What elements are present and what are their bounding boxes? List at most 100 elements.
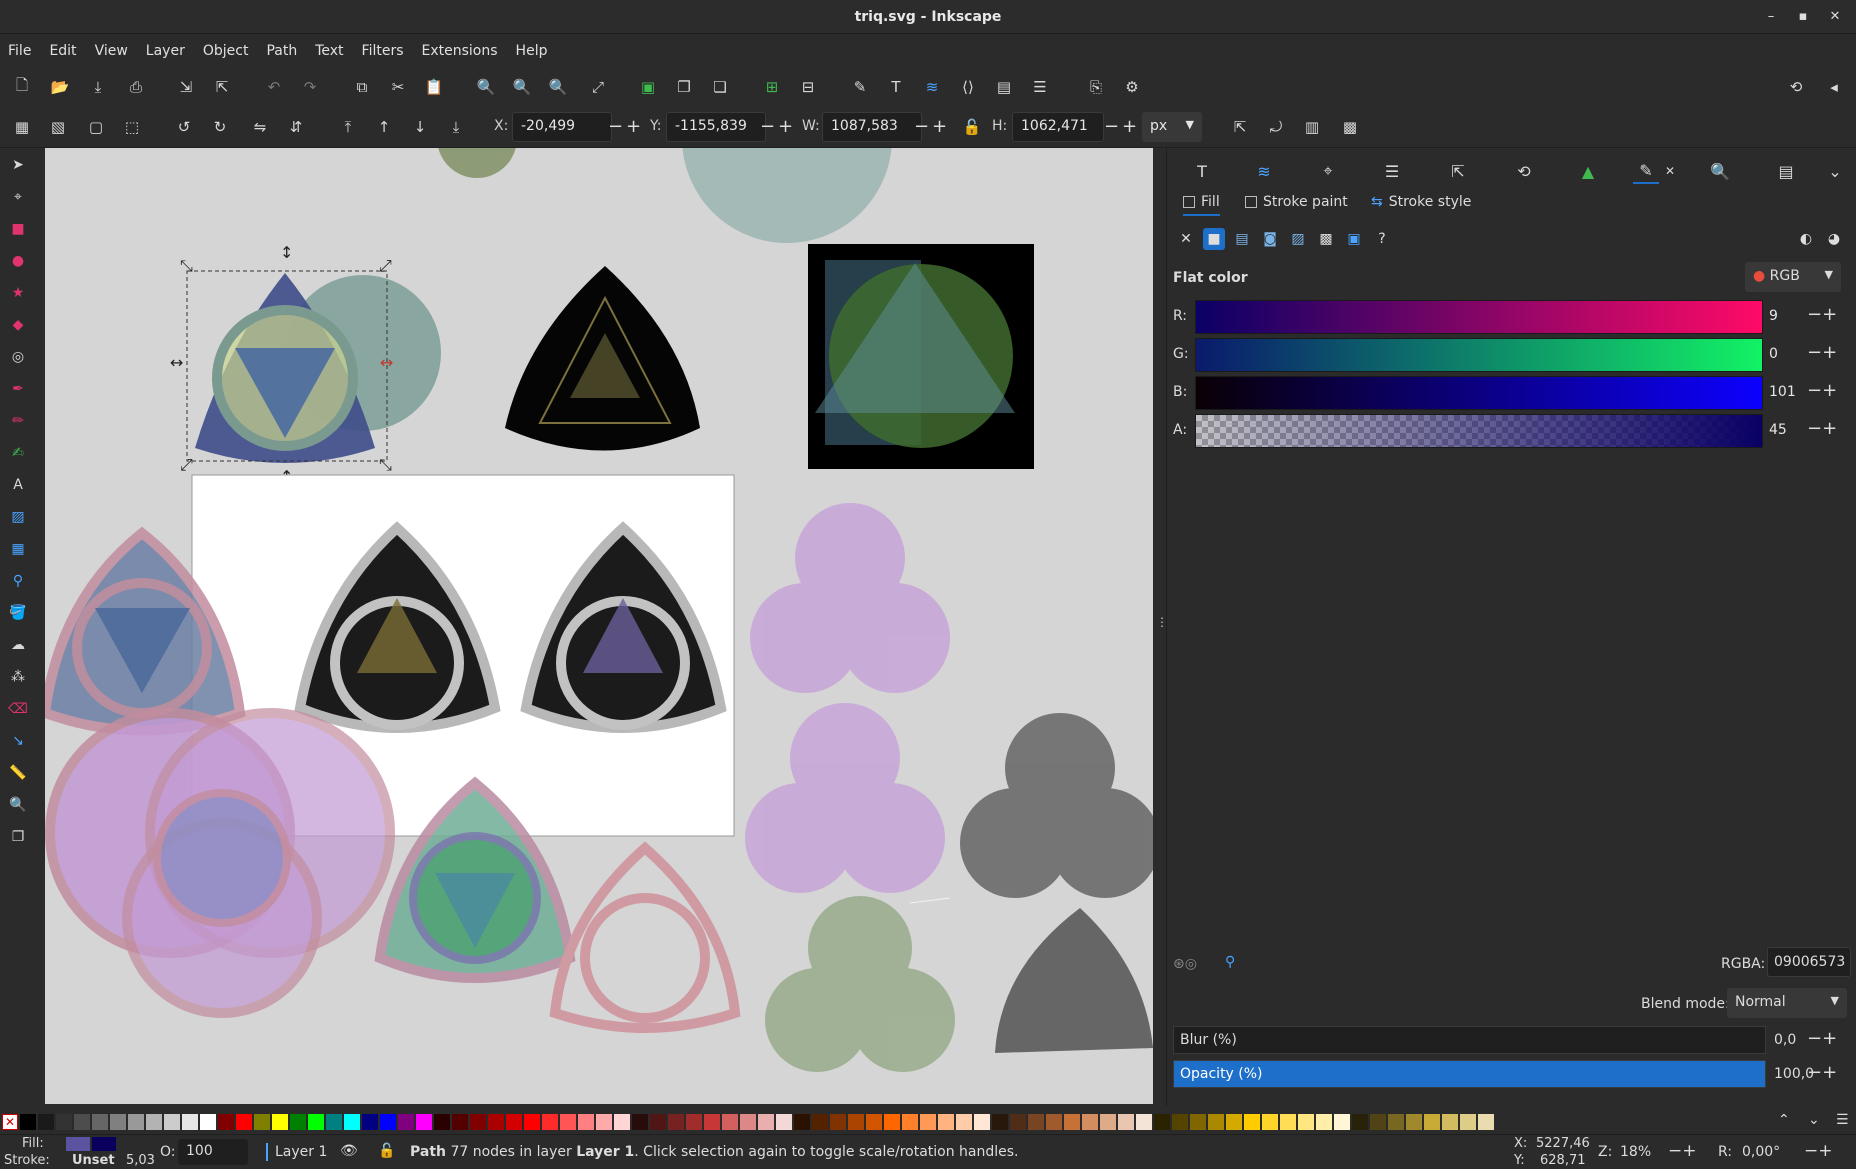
palette-swatch[interactable] — [1316, 1114, 1332, 1130]
palette-swatch[interactable] — [1082, 1114, 1098, 1130]
palette-swatch[interactable] — [1424, 1114, 1440, 1130]
redo-icon[interactable]: ↷ — [298, 75, 322, 99]
a-value[interactable]: 45 — [1769, 422, 1803, 438]
palette-swatch[interactable] — [1244, 1114, 1260, 1130]
y-field[interactable]: -1155,839 — [666, 112, 766, 142]
palette-swatch[interactable] — [866, 1114, 882, 1130]
color-palette[interactable]: ✕ ⌃ ⌄ ☰ — [0, 1112, 1856, 1134]
palette-swatch[interactable] — [560, 1114, 576, 1130]
status-opacity-field[interactable]: 100 — [178, 1139, 248, 1165]
pattern-icon[interactable]: ▩ — [1315, 228, 1337, 250]
palette-swatch[interactable] — [668, 1114, 684, 1130]
menu-view[interactable]: View — [95, 43, 128, 59]
palette-swatch[interactable] — [1046, 1114, 1062, 1130]
palette-swatch[interactable] — [1280, 1114, 1296, 1130]
no-paint-icon[interactable]: ✕ — [1175, 228, 1197, 250]
g-value[interactable]: 0 — [1769, 346, 1803, 362]
raise-to-top-icon[interactable]: ⤒ — [336, 115, 360, 139]
deselect-icon[interactable]: ▢ — [84, 115, 108, 139]
calligraphy-tool-icon[interactable]: ✍ — [7, 442, 29, 464]
palette-swatch[interactable] — [740, 1114, 756, 1130]
w-field[interactable]: 1087,583 — [822, 112, 922, 142]
unit-select[interactable]: px ▼ — [1142, 112, 1202, 142]
color-model-select[interactable]: ● RGB ▼ — [1745, 262, 1841, 292]
palette-swatch[interactable] — [1352, 1114, 1368, 1130]
menu-layer[interactable]: Layer — [146, 43, 185, 59]
opacity-slider[interactable]: Opacity (%) — [1173, 1060, 1766, 1088]
palette-swatch[interactable] — [524, 1114, 540, 1130]
pages-tool-icon[interactable]: ❐ — [7, 826, 29, 848]
star-tool-icon[interactable]: ★ — [7, 282, 29, 304]
palette-swatch[interactable] — [1406, 1114, 1422, 1130]
3d-box-tool-icon[interactable]: ◆ — [7, 314, 29, 336]
print-icon[interactable]: ⎙ — [124, 75, 148, 99]
palette-swatch[interactable] — [74, 1114, 90, 1130]
cut-icon[interactable]: ✂ — [386, 75, 410, 99]
blur-stepper[interactable]: −+ — [1807, 1028, 1837, 1049]
palette-swatch[interactable] — [1334, 1114, 1350, 1130]
new-document-icon[interactable]: 🗋 — [10, 75, 34, 99]
palette-swatch[interactable] — [632, 1114, 648, 1130]
current-layer[interactable]: Layer 1 — [275, 1144, 327, 1160]
preferences-icon[interactable]: ⚙ — [1120, 75, 1144, 99]
fill-rule-nonzero-icon[interactable]: ◕ — [1823, 228, 1845, 250]
palette-swatch[interactable] — [704, 1114, 720, 1130]
drawing-canvas[interactable]: ⤡ ↕ ⤢ ↔ ↔ ⤢ ↕ ⤡ — [45, 148, 1153, 1104]
export-dock-icon[interactable]: ⇱ — [1445, 158, 1471, 184]
fill-swatch-opaque[interactable] — [92, 1137, 116, 1151]
x-field[interactable]: -20,499 — [512, 112, 612, 142]
ungroup-icon[interactable]: ⊟ — [796, 75, 820, 99]
palette-swatch[interactable] — [614, 1114, 630, 1130]
palette-swatch[interactable] — [1442, 1114, 1458, 1130]
tab-stroke-paint[interactable]: Stroke paint — [1245, 194, 1348, 210]
layers-icon[interactable]: ≋ — [920, 75, 944, 99]
no-color-swatch[interactable]: ✕ — [2, 1114, 18, 1130]
palette-swatch[interactable] — [1370, 1114, 1386, 1130]
h-decrement-button[interactable]: − — [1104, 116, 1119, 137]
palette-swatch[interactable] — [200, 1114, 216, 1130]
menu-text[interactable]: Text — [315, 43, 343, 59]
palette-swatch[interactable] — [578, 1114, 594, 1130]
zoom-width-icon[interactable]: ⤢ — [586, 75, 610, 99]
layer-visibility-icon[interactable]: 👁 — [340, 1143, 358, 1159]
palette-swatch[interactable] — [938, 1114, 954, 1130]
swatch-strip[interactable] — [20, 1114, 1496, 1130]
color-picker-icon[interactable]: ⚲ — [1225, 954, 1235, 970]
palette-swatch[interactable] — [1460, 1114, 1476, 1130]
palette-swatch[interactable] — [1388, 1114, 1404, 1130]
palette-swatch[interactable] — [812, 1114, 828, 1130]
maximize-icon[interactable]: ▪ — [1794, 8, 1812, 26]
palette-swatch[interactable] — [182, 1114, 198, 1130]
transform-dock-icon[interactable]: ⟲ — [1511, 158, 1537, 184]
stroke-value[interactable]: Unset — [72, 1153, 115, 1168]
fill-stroke-dock-icon[interactable]: ✎ — [1633, 158, 1659, 184]
h-increment-button[interactable]: + — [1122, 116, 1137, 137]
radial-gradient-icon[interactable]: ◙ — [1259, 228, 1281, 250]
group-icon[interactable]: ⊞ — [760, 75, 784, 99]
paint-bucket-tool-icon[interactable]: 🪣 — [7, 602, 29, 624]
palette-swatch[interactable] — [1298, 1114, 1314, 1130]
menu-path[interactable]: Path — [266, 43, 297, 59]
rotate-ccw-icon[interactable]: ↺ — [172, 115, 196, 139]
x-increment-button[interactable]: + — [626, 116, 641, 137]
palette-swatch[interactable] — [1136, 1114, 1152, 1130]
align-distribute-icon[interactable]: ☰ — [1028, 75, 1052, 99]
mesh-tool-icon[interactable]: ▦ — [7, 538, 29, 560]
tab-stroke-style[interactable]: ⇆ Stroke style — [1371, 194, 1471, 210]
palette-swatch[interactable] — [1262, 1114, 1278, 1130]
palette-swatch[interactable] — [470, 1114, 486, 1130]
flip-vertical-icon[interactable]: ⇵ — [284, 115, 308, 139]
move-gradients-icon[interactable]: ▥ — [1300, 115, 1324, 139]
palette-swatch[interactable] — [956, 1114, 972, 1130]
xml-editor-icon[interactable]: ⟨⟩ — [956, 75, 980, 99]
lock-ratio-icon[interactable]: 🔓 — [960, 115, 984, 139]
menu-help[interactable]: Help — [516, 43, 548, 59]
menu-extensions[interactable]: Extensions — [422, 43, 498, 59]
w-decrement-button[interactable]: − — [914, 116, 929, 137]
palette-swatch[interactable] — [362, 1114, 378, 1130]
palette-swatch[interactable] — [974, 1114, 990, 1130]
spiral-tool-icon[interactable]: ◎ — [7, 346, 29, 368]
palette-swatch[interactable] — [290, 1114, 306, 1130]
gradient-tool-icon[interactable]: ▨ — [7, 506, 29, 528]
move-patterns-icon[interactable]: ▩ — [1338, 115, 1362, 139]
